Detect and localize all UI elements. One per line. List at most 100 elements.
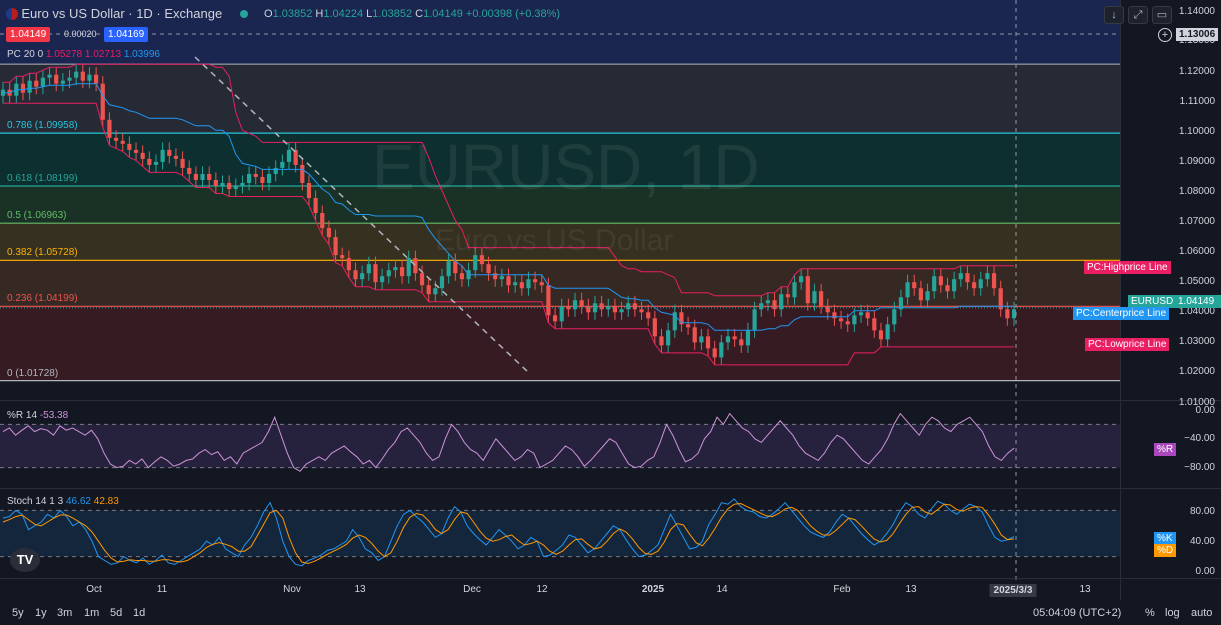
candle-body (619, 309, 624, 313)
candle-body (386, 270, 391, 277)
candle-body (54, 74, 59, 84)
candle-body (852, 315, 857, 325)
candle-body (313, 197, 318, 214)
download-icon[interactable]: ↓ (1104, 6, 1124, 24)
add-alert-icon[interactable]: + (1158, 28, 1172, 42)
williams-axis-80: −80.00 (1184, 462, 1215, 473)
candle-body (360, 273, 365, 280)
candle-body (646, 312, 651, 319)
candle-body (965, 273, 970, 283)
time-axis-label: Nov (283, 584, 301, 595)
watermark-symbol: EURUSD, 1D (372, 131, 760, 203)
price-axis-label: 1.08000 (1178, 185, 1215, 197)
candle-body (453, 261, 458, 274)
time-axis-label: 14 (716, 584, 728, 595)
candle-body (40, 77, 46, 87)
stoch-legend[interactable]: Stoch 14 1 3 46.62 42.83 (7, 496, 119, 507)
sell-price-button[interactable]: 1.04149 (6, 27, 51, 42)
candle-body (393, 267, 398, 271)
candle-body (539, 282, 544, 286)
candle-body (699, 336, 704, 343)
percent-toggle[interactable]: % (1145, 607, 1155, 619)
fib-label: 0.382 (1.05728) (7, 247, 78, 259)
candle-body (273, 167, 278, 174)
candle-body (493, 273, 498, 280)
candle-body (918, 288, 923, 301)
candle-body (878, 330, 884, 340)
time-axis-label: 2025/3/3 (989, 584, 1037, 597)
timeframe-button-3m[interactable]: 3m (57, 607, 72, 619)
candle-body (792, 282, 797, 298)
candle-body (705, 336, 711, 349)
price-axis-label: 1.02000 (1178, 366, 1215, 378)
stoch-axis-40: 40.00 (1189, 536, 1215, 547)
candle-body (632, 303, 637, 310)
candle-body (300, 164, 305, 183)
auto-toggle[interactable]: auto (1191, 607, 1212, 619)
candle-body (167, 149, 172, 156)
stoch-axis-0: 0.00 (1195, 566, 1215, 577)
candle-body (938, 276, 943, 286)
candle-body (892, 309, 897, 325)
axis-separator (1120, 0, 1121, 600)
candle-body (80, 71, 85, 81)
log-toggle[interactable]: log (1165, 607, 1180, 619)
timeframe-button-1y[interactable]: 1y (35, 607, 47, 619)
candle-body (227, 182, 232, 189)
candle-body (433, 288, 438, 295)
candle-body (293, 149, 298, 165)
candle-body (340, 255, 345, 259)
candle-body (246, 173, 252, 183)
timeframe-button-1m[interactable]: 1m (84, 607, 99, 619)
candle-body (586, 306, 591, 313)
candle-body (812, 291, 817, 304)
candle-body (825, 306, 830, 313)
fullscreen-icon[interactable]: ⤢ (1128, 6, 1148, 24)
fib-label: 0.236 (1.04199) (7, 293, 78, 305)
pc-center-tag: PC:Centerprice Line (1073, 307, 1170, 320)
williams-tag: %R (1154, 443, 1177, 456)
candle-body (220, 182, 225, 186)
candle-body (213, 179, 218, 186)
timeframe-button-5d[interactable]: 5d (110, 607, 122, 619)
pc-indicator-legend[interactable]: PC 20 0 1.05278 1.02713 1.03996 (7, 49, 160, 60)
pane-separator (0, 578, 1221, 579)
candle-body (872, 318, 877, 331)
candle-body (832, 312, 837, 319)
williams-legend[interactable]: %R 14 -53.38 (7, 410, 68, 421)
ohlc-values: O1.03852 H1.04224 L1.03852 C1.04149 +0.0… (264, 8, 561, 20)
candle-body (286, 149, 292, 162)
tradingview-logo-icon[interactable]: TV (10, 548, 40, 572)
timeframe-button-1d[interactable]: 1d (133, 607, 145, 619)
candle-body (74, 71, 79, 78)
fib-zone (0, 260, 1120, 307)
williams-axis-0: 0.00 (1195, 405, 1215, 416)
candle-body (1005, 309, 1010, 319)
candle-body (506, 276, 511, 286)
screenshot-icon[interactable]: ▭ (1152, 6, 1172, 24)
timeframe-button-5y[interactable]: 5y (12, 607, 24, 619)
buy-price-button[interactable]: 1.04169 (104, 27, 149, 42)
candle-body (439, 276, 445, 289)
candle-body (759, 303, 764, 310)
candle-body (712, 348, 717, 358)
candle-body (333, 237, 338, 256)
fib-label: 0.5 (1.06963) (7, 210, 67, 222)
candle-body (546, 285, 551, 316)
chart-canvas[interactable] (0, 0, 1221, 625)
crosshair-price-tag: 1.13006 (1176, 28, 1219, 41)
candle-body (612, 306, 618, 313)
time-axis-label: Feb (833, 584, 851, 595)
candle-body (952, 279, 957, 292)
spread-value: 0.00020 (64, 29, 97, 39)
candle-body (845, 321, 850, 325)
candle-body (413, 258, 418, 274)
candle-body (779, 294, 784, 310)
candle-body (785, 294, 790, 298)
chart-title[interactable]: Euro vs US Dollar · 1D · Exchange (21, 6, 222, 21)
fib-label: 0 (1.01728) (7, 367, 59, 379)
price-axis-label: 1.06000 (1178, 246, 1215, 258)
candle-body (805, 276, 810, 304)
candle-body (692, 327, 697, 343)
candle-body (978, 279, 983, 289)
